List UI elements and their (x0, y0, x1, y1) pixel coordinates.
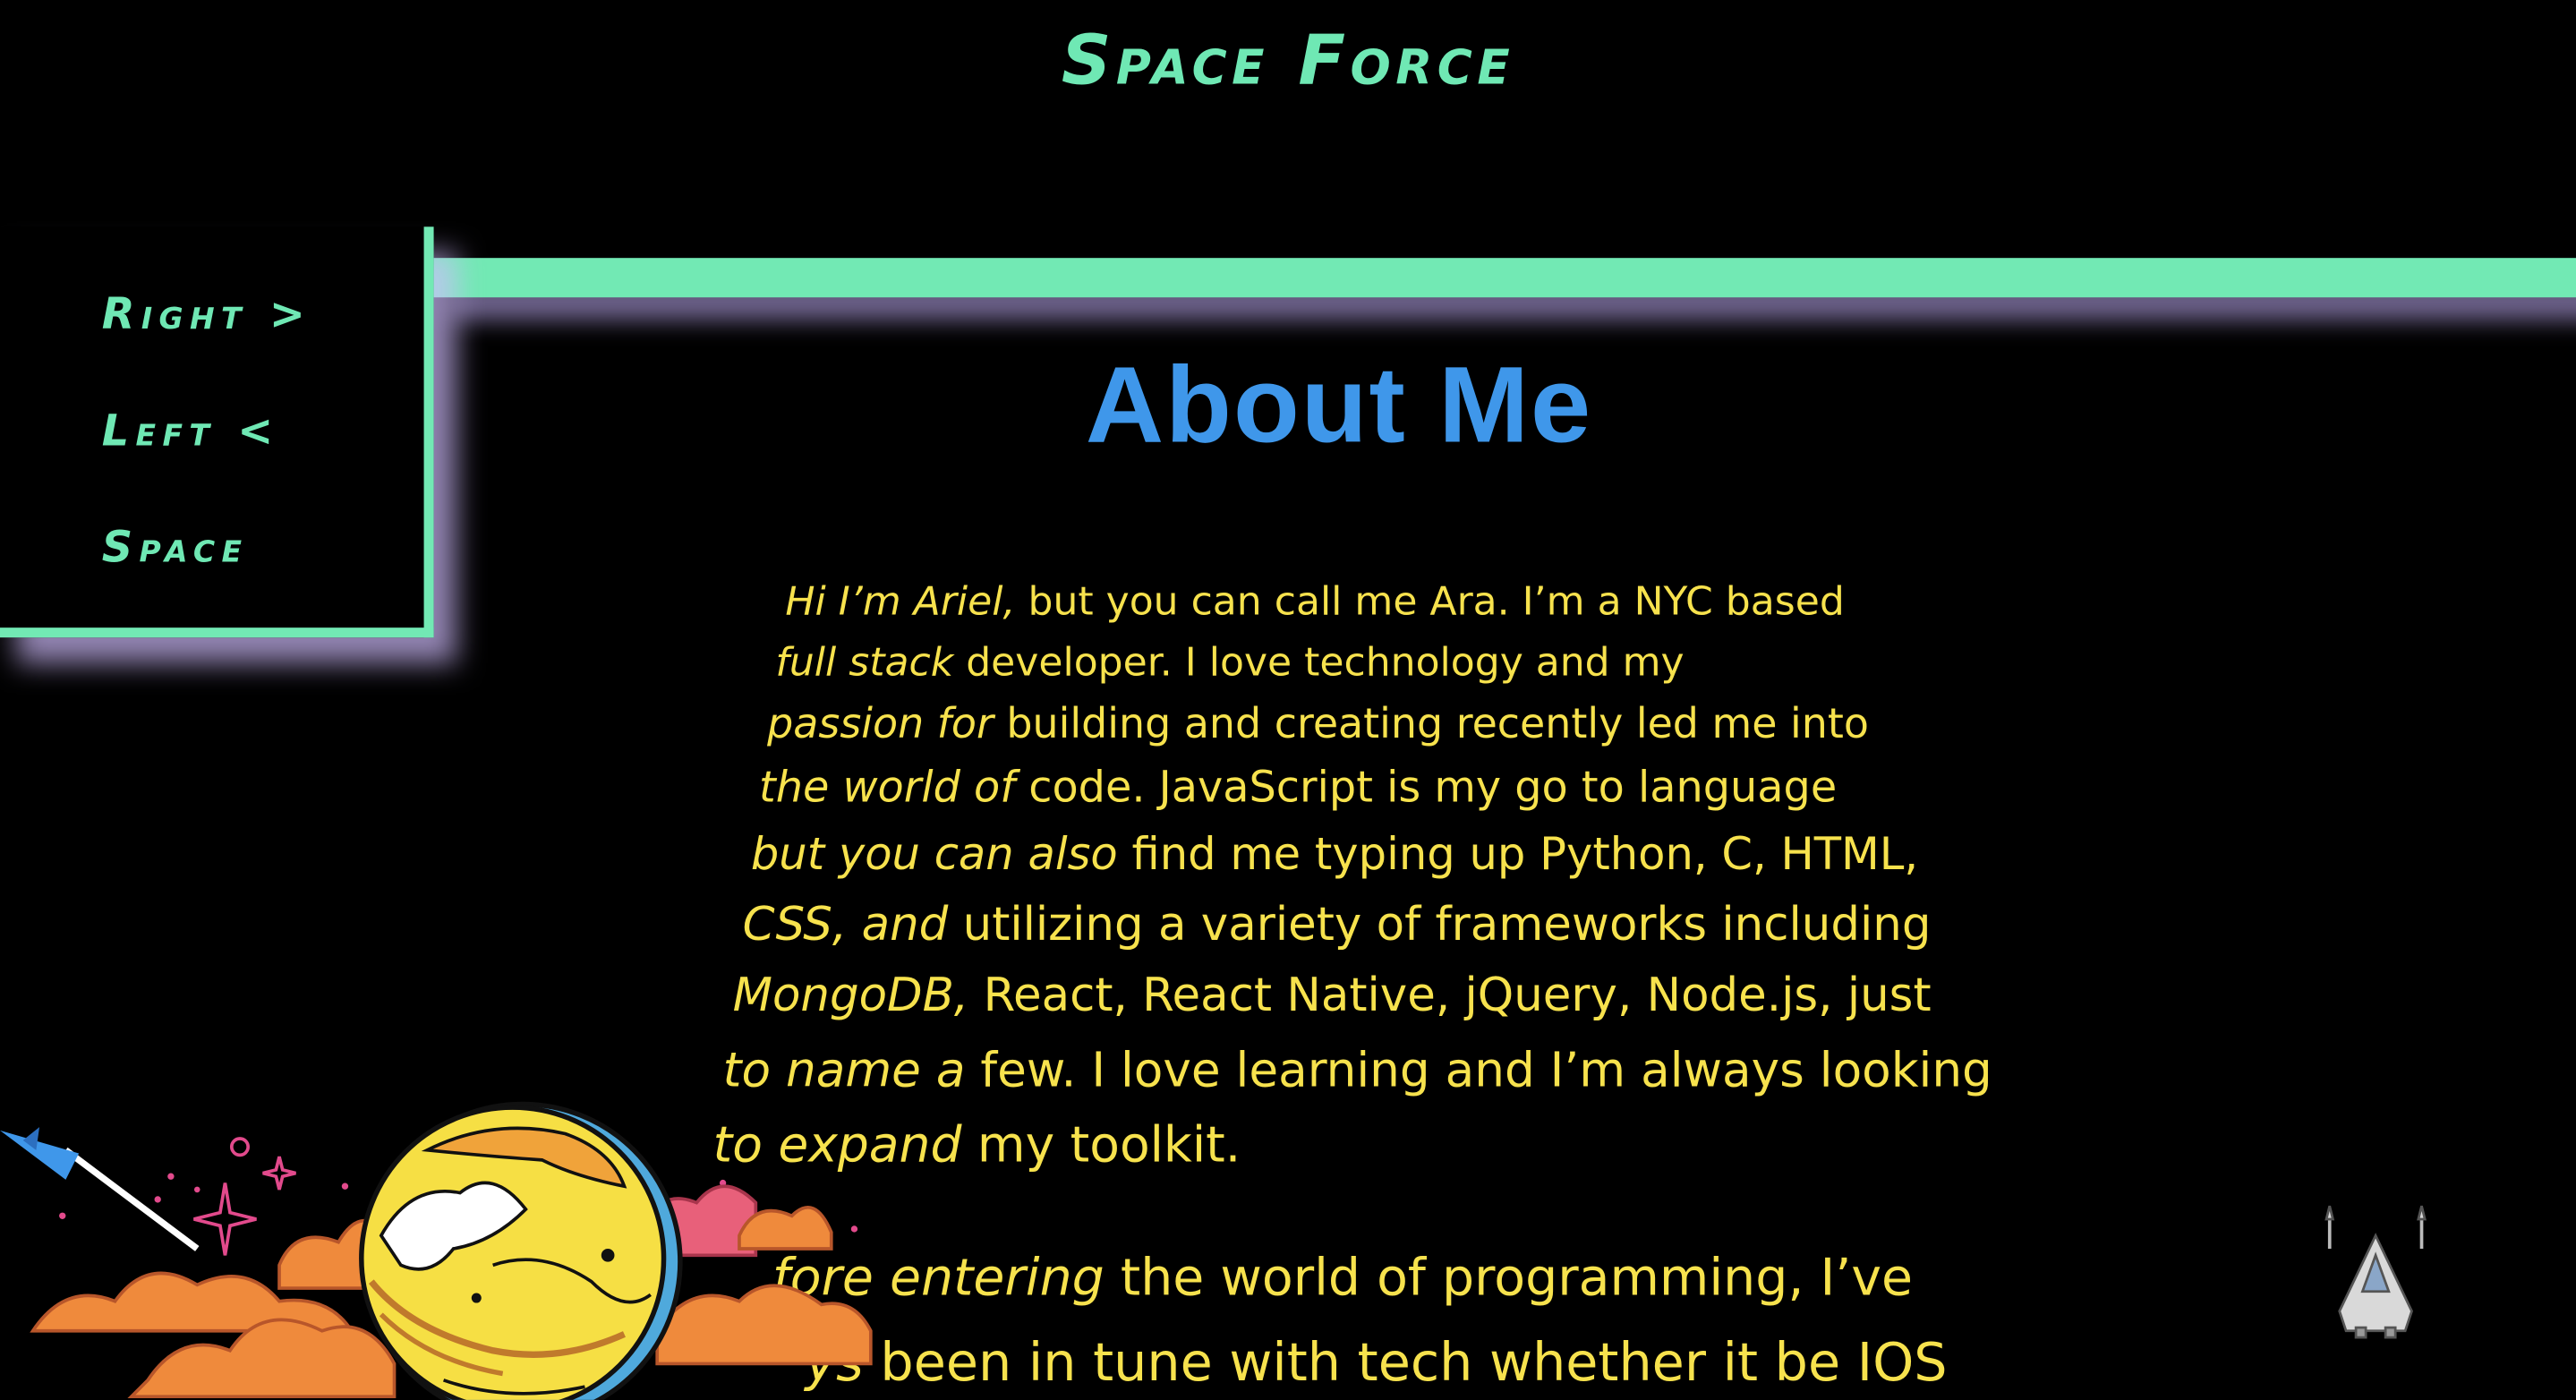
nav-item-space[interactable]: Space (102, 519, 311, 636)
about-line-text: few. I love learning and I’m always look… (965, 1041, 1992, 1098)
spaceship-icon[interactable] (2313, 1199, 2444, 1347)
about-line-emphasis: passion for (767, 699, 994, 748)
about-line: fore entering the world of programming, … (772, 1249, 1913, 1308)
about-line-emphasis: full stack (775, 639, 954, 686)
about-line-text: find me typing up Python, C, HTML, (1117, 829, 1919, 881)
about-line: ys been in tune with tech whether it be … (805, 1331, 1947, 1394)
about-line: CSS, and utilizing a variety of framewor… (743, 897, 1932, 952)
about-line-text: code. JavaScript is my go to language (1015, 764, 1838, 814)
about-line-emphasis: MongoDB, (732, 968, 969, 1022)
frame-top-bar (430, 258, 2576, 298)
site-title[interactable]: Space Force (0, 20, 2576, 100)
about-line: passion for building and creating recent… (767, 700, 1869, 747)
about-line-text: the world of programming, I’ve (1104, 1248, 1914, 1309)
rocket-icon (0, 1127, 200, 1251)
about-line-emphasis: CSS, and (742, 897, 949, 952)
about-line-text: React, React Native, jQuery, Node.js, ju… (968, 968, 1932, 1022)
about-line-text: utilizing a variety of frameworks includ… (948, 897, 1932, 952)
about-line: to name a few. I love learning and I’m a… (723, 1042, 1992, 1097)
about-heading: About Me (1085, 343, 1593, 465)
about-line: full stack developer. I love technology … (775, 639, 1684, 685)
about-line-text: but you can call me Ara. I’m a NYC based (1015, 578, 1845, 625)
about-line-emphasis: but you can also (750, 829, 1118, 881)
about-line-text: my toolkit. (961, 1117, 1241, 1175)
page-canvas: Space Force Right > Left < Space About M… (0, 0, 2576, 1400)
about-line: MongoDB, React, React Native, jQuery, No… (733, 968, 1932, 1022)
about-line: but you can also find me typing up Pytho… (751, 830, 1918, 881)
about-line-text: been in tune with tech whether it be IOS (863, 1330, 1948, 1394)
about-line-emphasis: Hi I’m Ariel, (785, 578, 1016, 625)
planet-illustration (0, 1101, 873, 1400)
about-line-emphasis: the world of (759, 764, 1016, 814)
about-line: Hi I’m Ariel, but you can call me Ara. I… (785, 578, 1844, 624)
about-line-text: building and creating recently led me in… (993, 699, 1869, 748)
planet-body (359, 1101, 683, 1400)
about-line: the world of code. JavaScript is my go t… (759, 764, 1837, 814)
about-line-text: developer. I love technology and my (953, 639, 1685, 686)
